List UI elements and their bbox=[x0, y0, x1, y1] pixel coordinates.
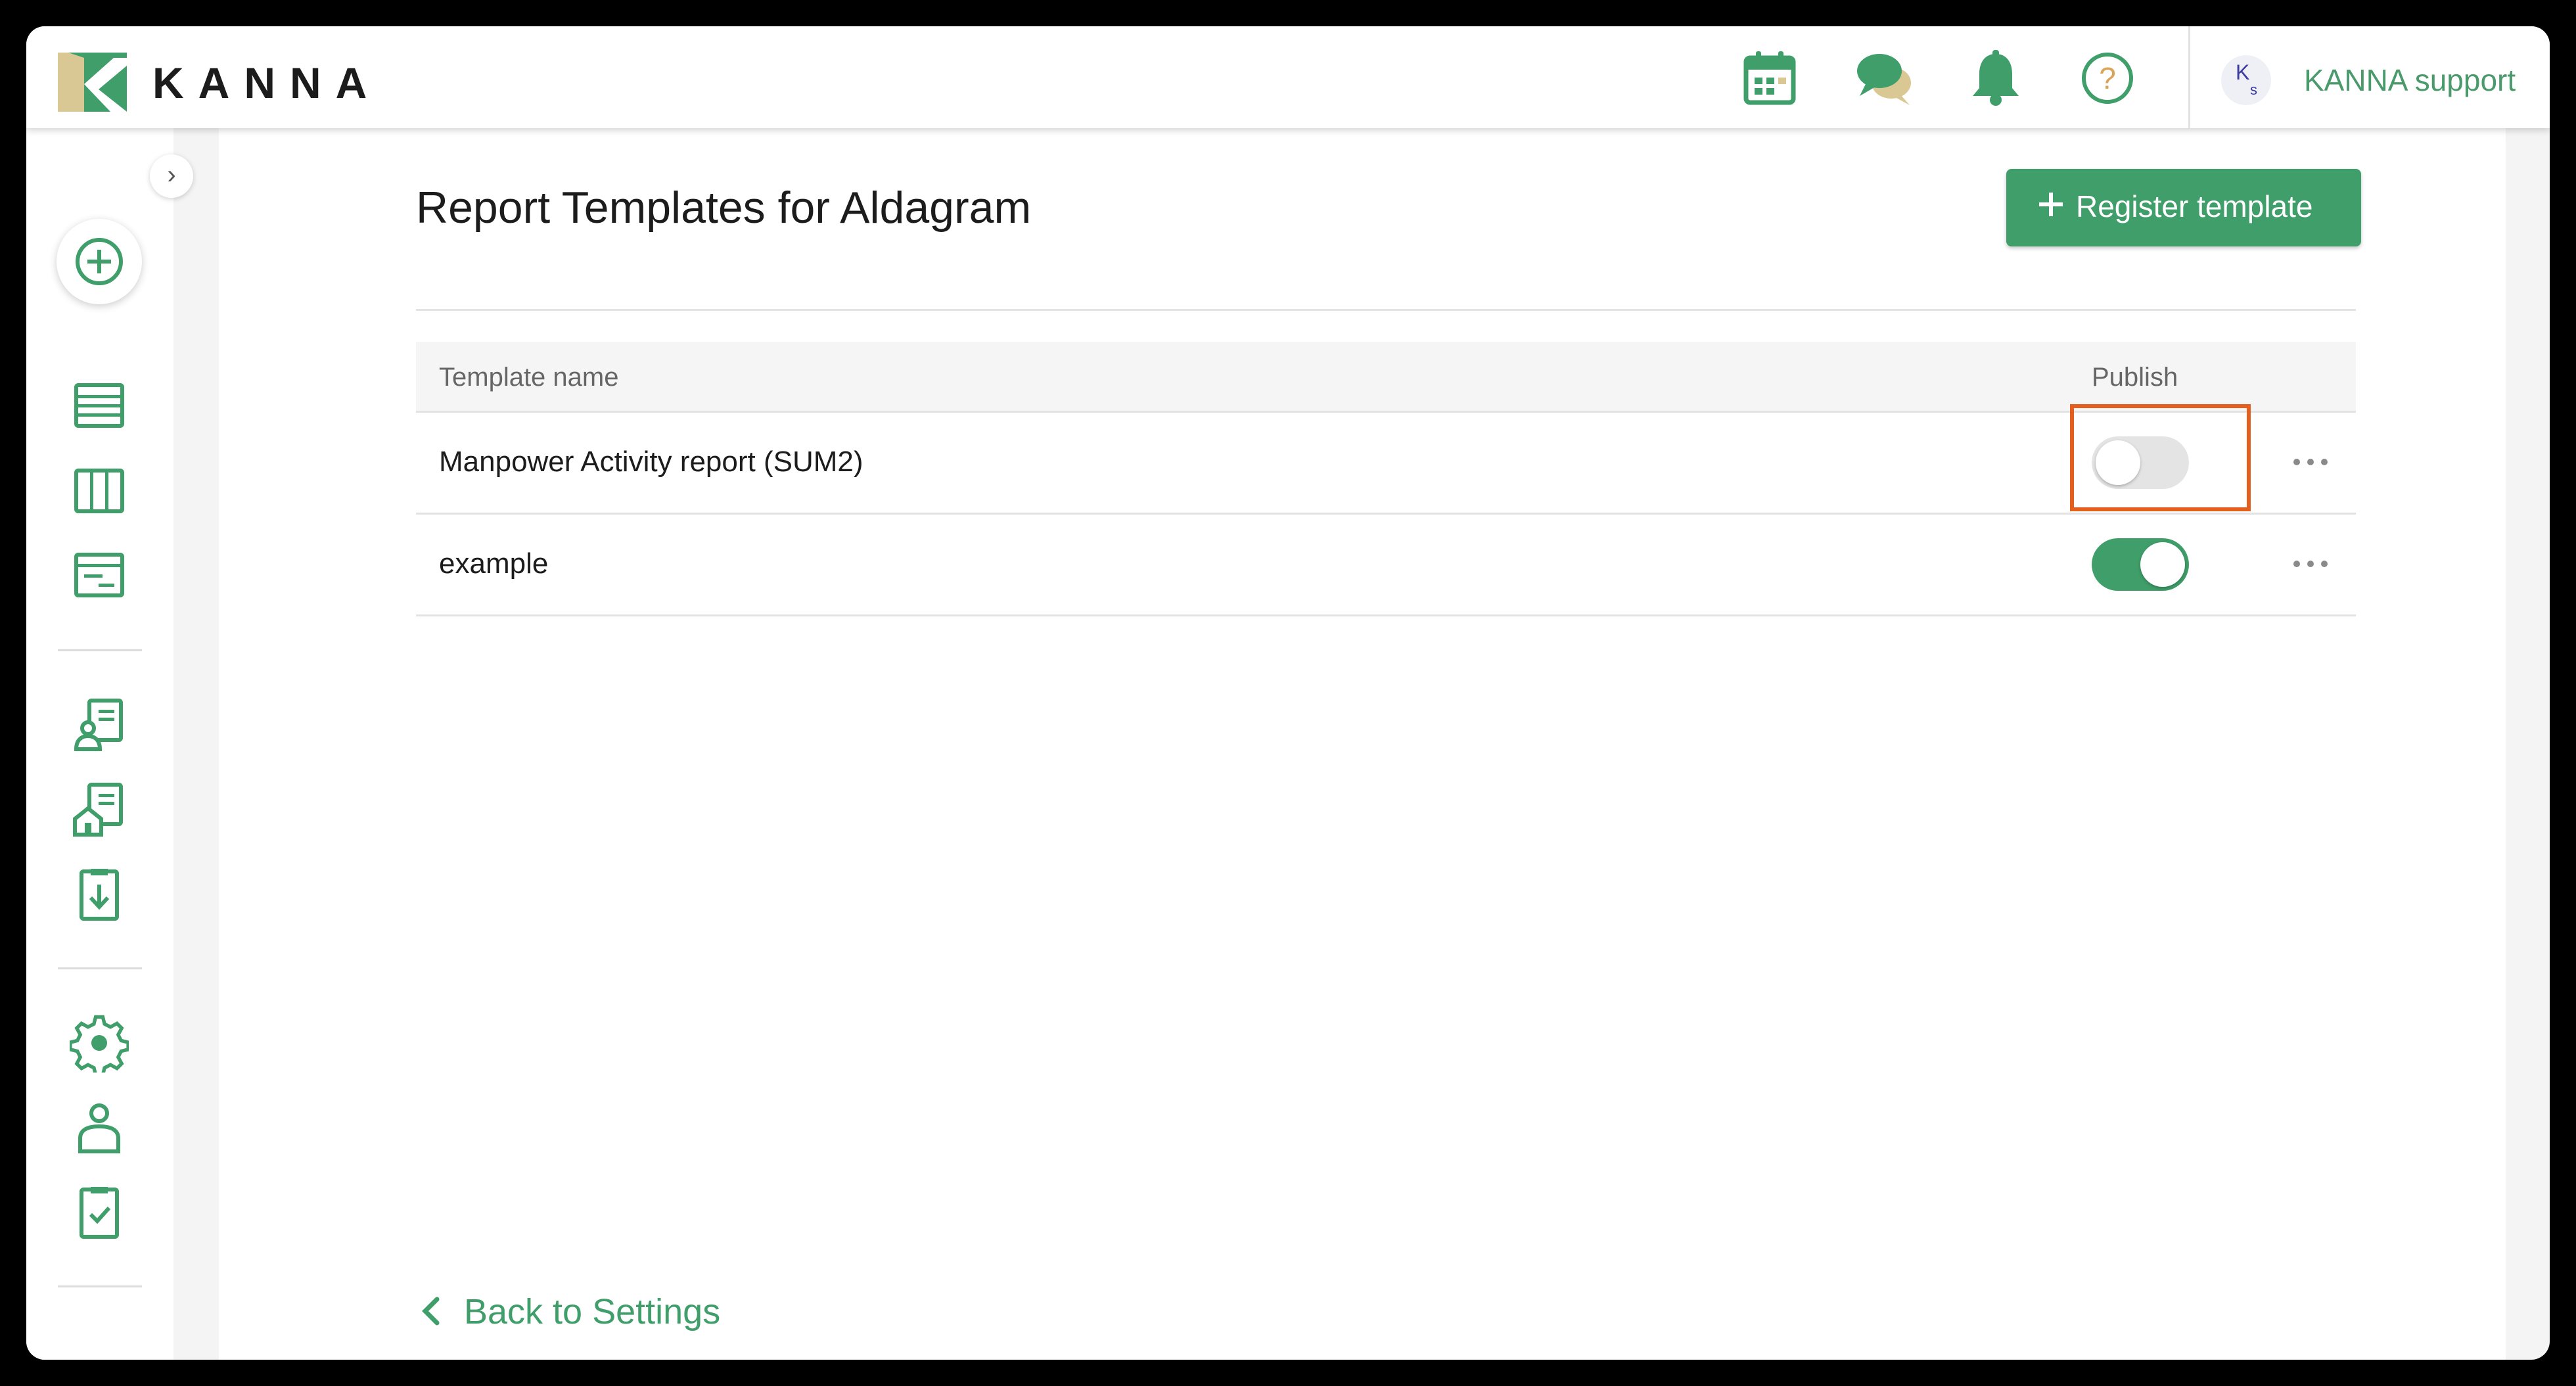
chat-icon[interactable] bbox=[1854, 49, 1914, 108]
add-icon bbox=[76, 238, 123, 285]
property-icon[interactable] bbox=[70, 779, 129, 839]
more-options-icon[interactable] bbox=[2288, 439, 2334, 485]
avatar[interactable]: K s bbox=[2221, 55, 2271, 105]
table-row[interactable]: Manpower Activity report (SUM2) bbox=[416, 413, 2356, 515]
brand-name: KANNA bbox=[152, 58, 382, 107]
toggle-knob bbox=[2140, 542, 2185, 587]
publish-toggle[interactable] bbox=[2092, 538, 2189, 591]
top-header: KANNA ? K s KANNA support bbox=[26, 26, 2550, 128]
svg-text:?: ? bbox=[2099, 61, 2116, 95]
register-template-label: Register template bbox=[2076, 189, 2313, 223]
sidebar-divider bbox=[58, 649, 142, 651]
title-divider bbox=[416, 309, 2356, 311]
kanna-logo-icon[interactable] bbox=[58, 53, 127, 112]
customer-icon[interactable] bbox=[70, 695, 129, 754]
table-header: Template name Publish bbox=[416, 342, 2356, 413]
more-options-icon[interactable] bbox=[2288, 541, 2334, 587]
plus-icon bbox=[2039, 193, 2063, 216]
bell-icon[interactable] bbox=[1966, 49, 2025, 108]
app-window: KANNA ? K s KANNA support › Report Templ… bbox=[26, 26, 2550, 1360]
column-publish: Publish bbox=[2092, 363, 2178, 392]
help-icon[interactable]: ? bbox=[2078, 49, 2137, 108]
main-content: Report Templates for Aldagram Register t… bbox=[219, 128, 2506, 1360]
checklist-icon[interactable] bbox=[70, 1183, 129, 1242]
table-row[interactable]: example bbox=[416, 515, 2356, 616]
highlight-box bbox=[2070, 404, 2251, 511]
chevron-left-icon bbox=[422, 1297, 440, 1326]
header-divider bbox=[2188, 26, 2190, 128]
user-icon[interactable] bbox=[70, 1097, 129, 1157]
settings-icon[interactable] bbox=[70, 1013, 129, 1073]
avatar-initial: K bbox=[2236, 60, 2250, 84]
sidebar-divider bbox=[58, 1285, 142, 1287]
column-template-name: Template name bbox=[439, 363, 619, 392]
list-icon[interactable] bbox=[70, 376, 129, 435]
sidebar-divider bbox=[58, 967, 142, 969]
sidebar-expand-button[interactable]: › bbox=[150, 154, 193, 198]
register-template-button[interactable]: Register template bbox=[2006, 169, 2361, 246]
avatar-initial-sub: s bbox=[2250, 81, 2257, 98]
template-name: example bbox=[439, 547, 549, 580]
schedule-icon[interactable] bbox=[70, 545, 129, 605]
user-name-link[interactable]: KANNA support bbox=[2304, 62, 2516, 98]
back-to-settings-label: Back to Settings bbox=[464, 1292, 721, 1331]
calendar-icon[interactable] bbox=[1740, 49, 1799, 108]
download-icon[interactable] bbox=[70, 865, 129, 924]
page-title: Report Templates for Aldagram bbox=[416, 183, 1032, 233]
template-name: Manpower Activity report (SUM2) bbox=[439, 446, 863, 478]
board-icon[interactable] bbox=[70, 461, 129, 520]
add-button[interactable] bbox=[57, 219, 142, 304]
